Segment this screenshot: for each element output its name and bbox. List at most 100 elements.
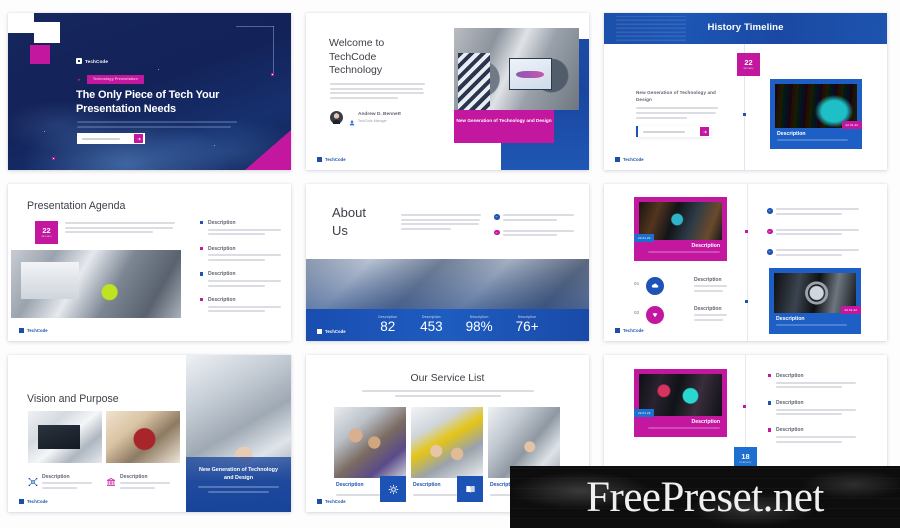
item-title: Description [694,306,722,312]
bullet-body [208,279,286,287]
logo-icon [19,328,24,333]
history-input[interactable] [643,130,685,133]
deco-wire-h [236,26,274,27]
vision-item-1[interactable]: Description [28,474,100,492]
search-input[interactable] [82,137,120,140]
numbered-item[interactable]: 01 Description [634,277,736,295]
deco-wire-v [273,26,274,74]
welcome-photo [454,28,579,110]
card-tag: 22.01.22 [634,409,655,417]
agenda-body [65,222,175,236]
pink-card-tag: 22.01.22 [634,234,655,242]
logo-icon [317,329,322,334]
history-input-bar[interactable] [636,126,711,137]
watermark-text: FreePreset.net [586,473,824,521]
welcome-caption-band: New Generation of Technology and Design [454,110,554,143]
vision-caption: New Generation of Technology and Design [186,457,291,512]
logo-icon [19,499,24,504]
arrow-right-icon [136,137,141,140]
badge-label: January [41,235,52,239]
agenda-title: Presentation Agenda [27,200,126,212]
check-item[interactable] [767,208,863,215]
history-header-band: History Timeline [604,13,887,44]
service-card[interactable]: Description [411,407,483,502]
slide-welcome[interactable]: Welcome to TechCode Technology Andrew D.… [306,13,589,170]
history-submit-button[interactable] [700,127,709,136]
footer-brand-label: TechCode [325,157,346,162]
bullet-square-icon [200,221,204,225]
deco-square-magenta [30,45,50,64]
chevron-right-icon: ▸ [78,77,81,83]
item-title: Description [42,474,70,480]
slide-timeline-cards[interactable]: 22.01.22 Description 01 Description 02 D… [604,184,887,341]
bullet-item[interactable]: Description [768,427,860,443]
search-submit-button[interactable] [134,134,143,143]
about-checks [494,214,580,245]
stat-label: Description [422,315,441,320]
timeline-checks [767,208,863,265]
item-number: 01 [634,282,640,287]
blue-card-body [776,324,850,329]
deco-node [271,73,275,77]
cover-brand: TechCode [76,58,108,64]
author-name: Andrew D. Bennett [358,112,401,117]
arrow-right-icon [702,130,707,133]
item-title: Description [694,277,722,283]
service-card-body [413,494,457,499]
vision-item-2[interactable]: Description [106,474,178,492]
caption-title: New Generation of Technology and Design [199,467,278,482]
footer-brand-label: TechCode [325,329,346,334]
slide-history-timeline[interactable]: History Timeline 22 January New Generati… [604,13,887,170]
slide-presentation-agenda[interactable]: Presentation Agenda 22 January Descripti… [8,184,291,341]
about-check-item[interactable] [494,229,580,237]
card-title: Description [691,419,720,425]
about-check-item[interactable] [494,214,580,221]
footer-brand: TechCode [19,328,48,333]
cover-search-bar[interactable] [77,133,145,144]
agenda-bullet[interactable]: Description [200,297,286,313]
slide-vision-and-purpose[interactable]: Vision and Purpose Description Descripti… [8,355,291,512]
agenda-bullet[interactable]: Description [200,220,286,236]
slide-cover[interactable]: TechCode Technology Presentation ▸ The O… [8,13,291,170]
stat-label: Description [378,315,398,320]
bullet-body [208,228,286,236]
brand-label: TechCode [85,58,109,64]
service-card[interactable]: Description [334,407,406,502]
logo-icon [317,157,322,162]
history-item-title: New Generation of Technology and Design [636,90,716,102]
history-card[interactable]: 22.01.22 Description [770,79,862,149]
stat-label: Description [517,315,537,320]
footer-brand: TechCode [615,157,644,162]
agenda-bullet[interactable]: Description [200,271,286,287]
footer-brand: TechCode [317,329,346,334]
logo-icon [615,328,620,333]
history-item-body [636,107,718,119]
vision-thumb-1 [28,411,102,463]
service-title: Our Service List [410,373,485,384]
pink-timeline-card[interactable]: 22.01.22 Description [634,369,727,437]
item-number: 02 [634,311,640,316]
history-card-tag: 22.01.22 [841,121,862,129]
stat-item: Description 453 [420,315,443,335]
history-item: New Generation of Technology and Design [636,90,718,121]
badge-number: 22 [42,225,51,235]
cover-tag-badge[interactable]: Technology Presentation [87,75,144,84]
slide-about-us[interactable]: About Us Description 82 Description 453 … [306,184,589,341]
network-icon [28,474,38,487]
check-circle-icon [767,228,773,235]
cloud-icon [646,277,664,295]
pink-timeline-bullets: Description Description Description [768,373,860,453]
cover-title: The Only Piece of Tech Your Presentation… [76,89,220,115]
badge-label: January [743,67,754,71]
bullet-item[interactable]: Description [768,373,860,389]
timeline-pink-card[interactable]: 22.01.22 Description [634,197,727,261]
timeline-blue-card[interactable]: 22.01.22 Description [769,268,861,334]
item-body [42,482,100,489]
check-item[interactable] [767,249,863,256]
about-body [401,214,481,232]
check-item[interactable] [767,228,863,236]
about-stat-bar: Description 82 Description 453 Descripti… [306,309,589,341]
bullet-item[interactable]: Description [768,400,860,416]
numbered-item[interactable]: 02 Description [634,306,736,324]
agenda-bullet[interactable]: Description [200,246,286,261]
